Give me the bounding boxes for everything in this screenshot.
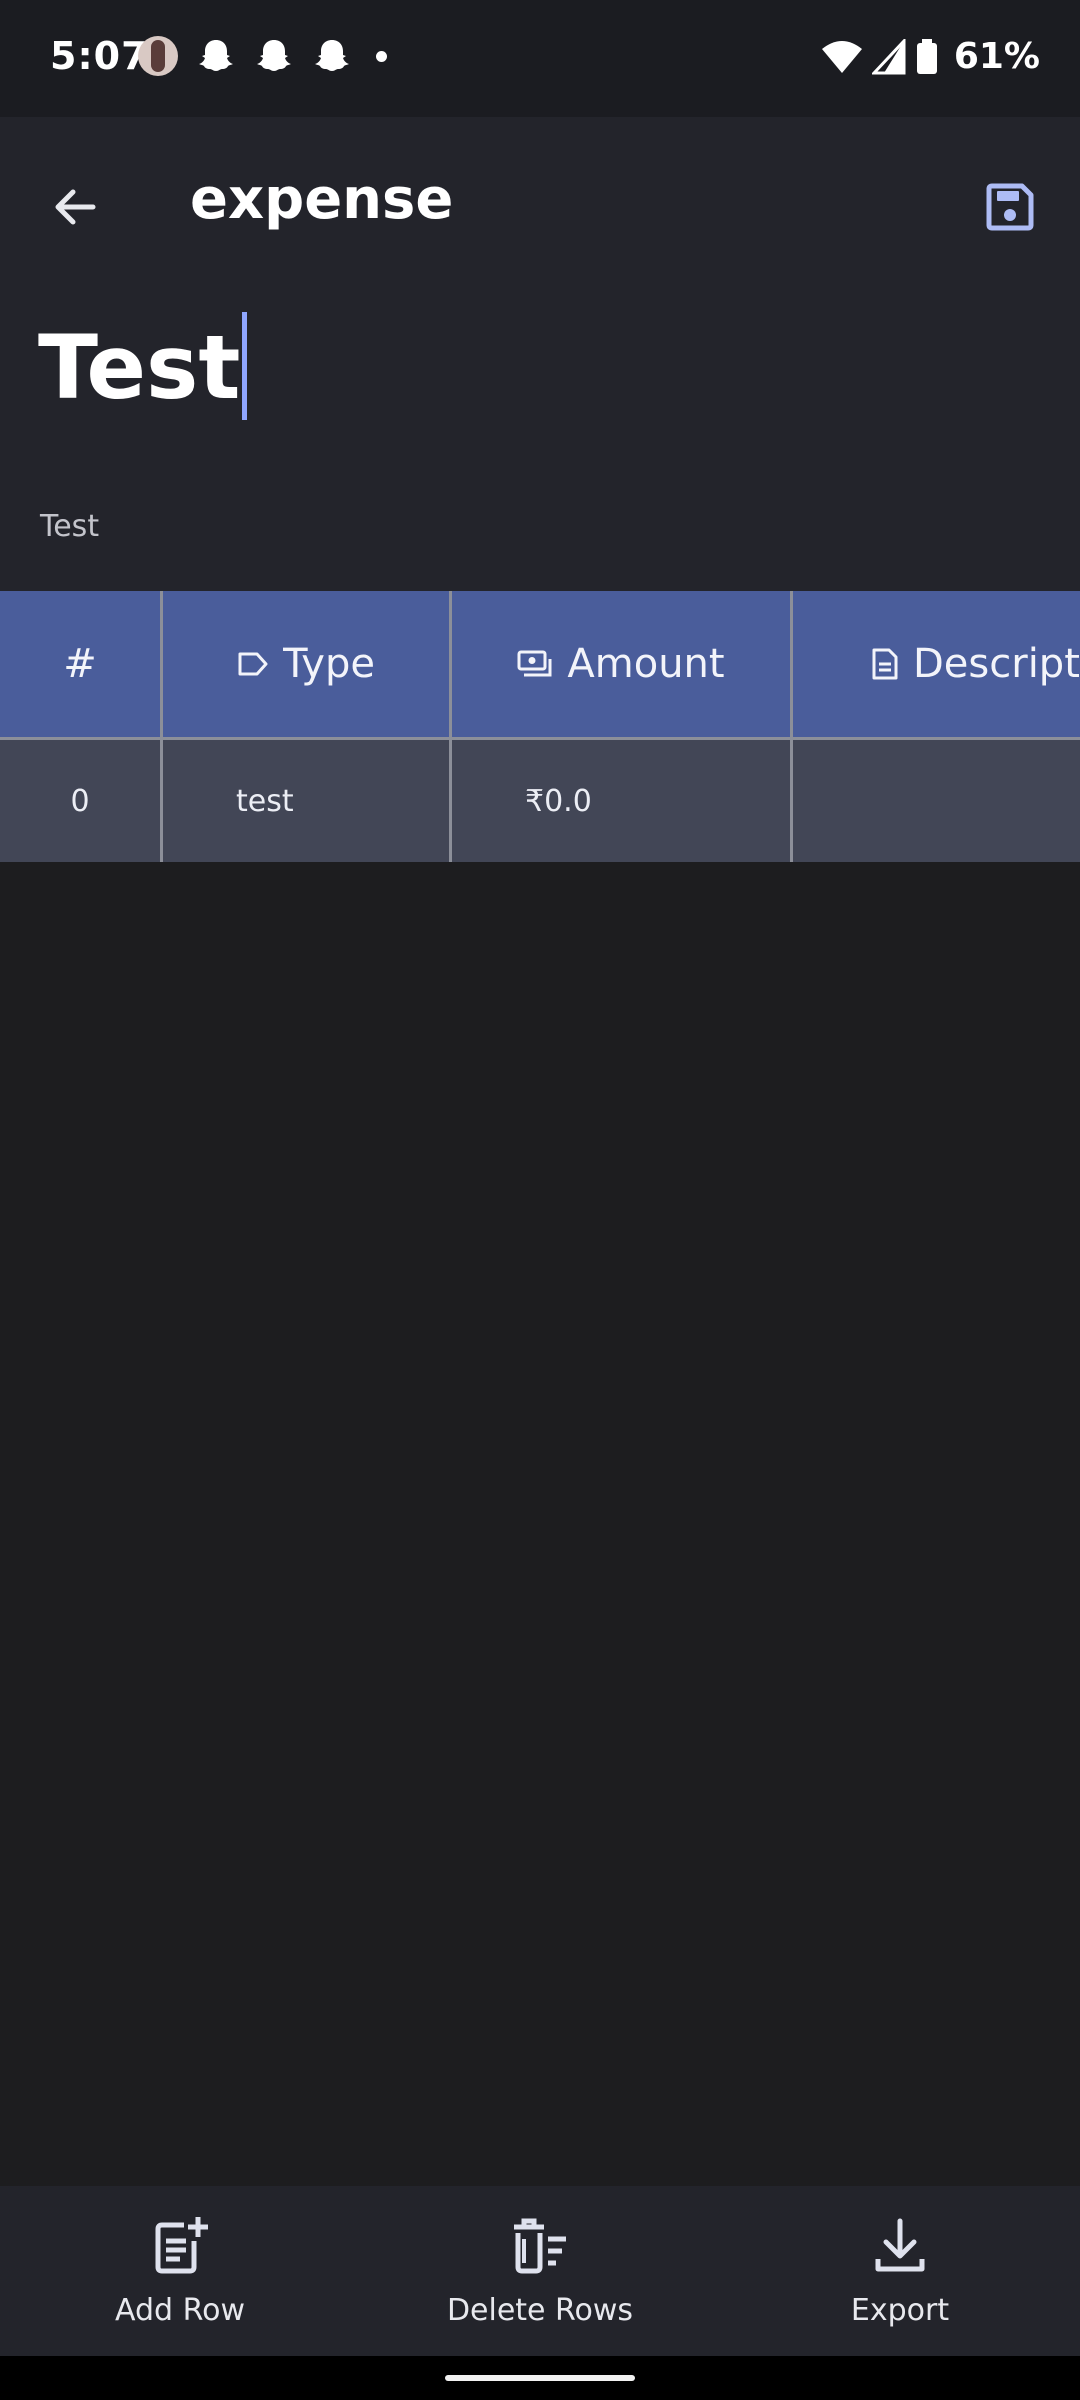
sheet-title-input[interactable]: Test — [38, 312, 248, 420]
column-header-description[interactable]: Descripti — [793, 591, 1080, 737]
more-notifications-dot — [376, 50, 387, 62]
document-icon — [871, 647, 899, 681]
add-row-icon — [155, 2216, 208, 2273]
delete-rows-icon — [514, 2218, 566, 2273]
arrow-left-icon — [55, 189, 96, 225]
back-button[interactable] — [40, 172, 110, 242]
delete-rows-button[interactable]: Delete Rows — [360, 2186, 720, 2356]
column-header-number[interactable]: # — [0, 591, 163, 737]
snapchat-ghost-icon — [257, 40, 291, 71]
table-header-row: # Type Amount Descripti — [0, 591, 1080, 740]
snapchat-ghost-icon — [199, 40, 233, 71]
wifi-icon — [821, 40, 862, 73]
battery-percent: 61% — [953, 36, 1040, 77]
status-bar: 5:07 61% — [0, 0, 1080, 117]
delete-rows-label: Delete Rows — [446, 2292, 634, 2328]
column-header-type[interactable]: Type — [163, 591, 452, 737]
column-header-label: Descripti — [913, 641, 1080, 687]
cell-value: 0 — [70, 783, 90, 819]
download-icon — [875, 2218, 925, 2271]
app-title: expense — [190, 167, 454, 232]
export-label: Export — [850, 2292, 950, 2328]
cell-value: test — [236, 783, 294, 819]
snapchat-ghost-icon — [315, 40, 349, 71]
home-indicator[interactable] — [445, 2375, 635, 2381]
bottom-action-bar: Add Row Delete Rows Export — [0, 2186, 1080, 2356]
battery-icon — [916, 38, 937, 74]
cash-icon — [517, 649, 553, 679]
floppy-disk-icon — [986, 183, 1034, 231]
contact-avatar-icon — [138, 36, 178, 76]
expense-table: # Type Amount Descripti 0 test ₹0.0 — [0, 591, 1080, 862]
cell-number[interactable]: 0 — [0, 740, 163, 862]
save-button[interactable] — [970, 167, 1050, 247]
notification-icons — [138, 36, 387, 76]
signal-icon — [871, 38, 906, 74]
column-header-label: # — [63, 641, 97, 687]
sheet-title-text: Test — [38, 316, 241, 419]
cell-type[interactable]: test — [163, 740, 452, 862]
cell-description[interactable] — [793, 740, 1080, 862]
column-header-label: Type — [283, 641, 375, 687]
tag-icon — [237, 650, 269, 678]
add-row-label: Add Row — [114, 2292, 245, 2328]
table-row[interactable]: 0 test ₹0.0 — [0, 740, 1080, 862]
sheet-subtitle: Test — [40, 509, 100, 544]
text-cursor — [242, 312, 248, 420]
cell-amount[interactable]: ₹0.0 — [452, 740, 793, 862]
export-button[interactable]: Export — [720, 2186, 1080, 2356]
system-icons: 61% — [821, 36, 1040, 77]
status-time: 5:07 — [50, 34, 149, 78]
column-header-label: Amount — [567, 641, 725, 687]
add-row-button[interactable]: Add Row — [0, 2186, 360, 2356]
app-header: expense Test Test — [0, 117, 1080, 591]
column-header-amount[interactable]: Amount — [452, 591, 793, 737]
cell-value: ₹0.0 — [525, 783, 592, 819]
